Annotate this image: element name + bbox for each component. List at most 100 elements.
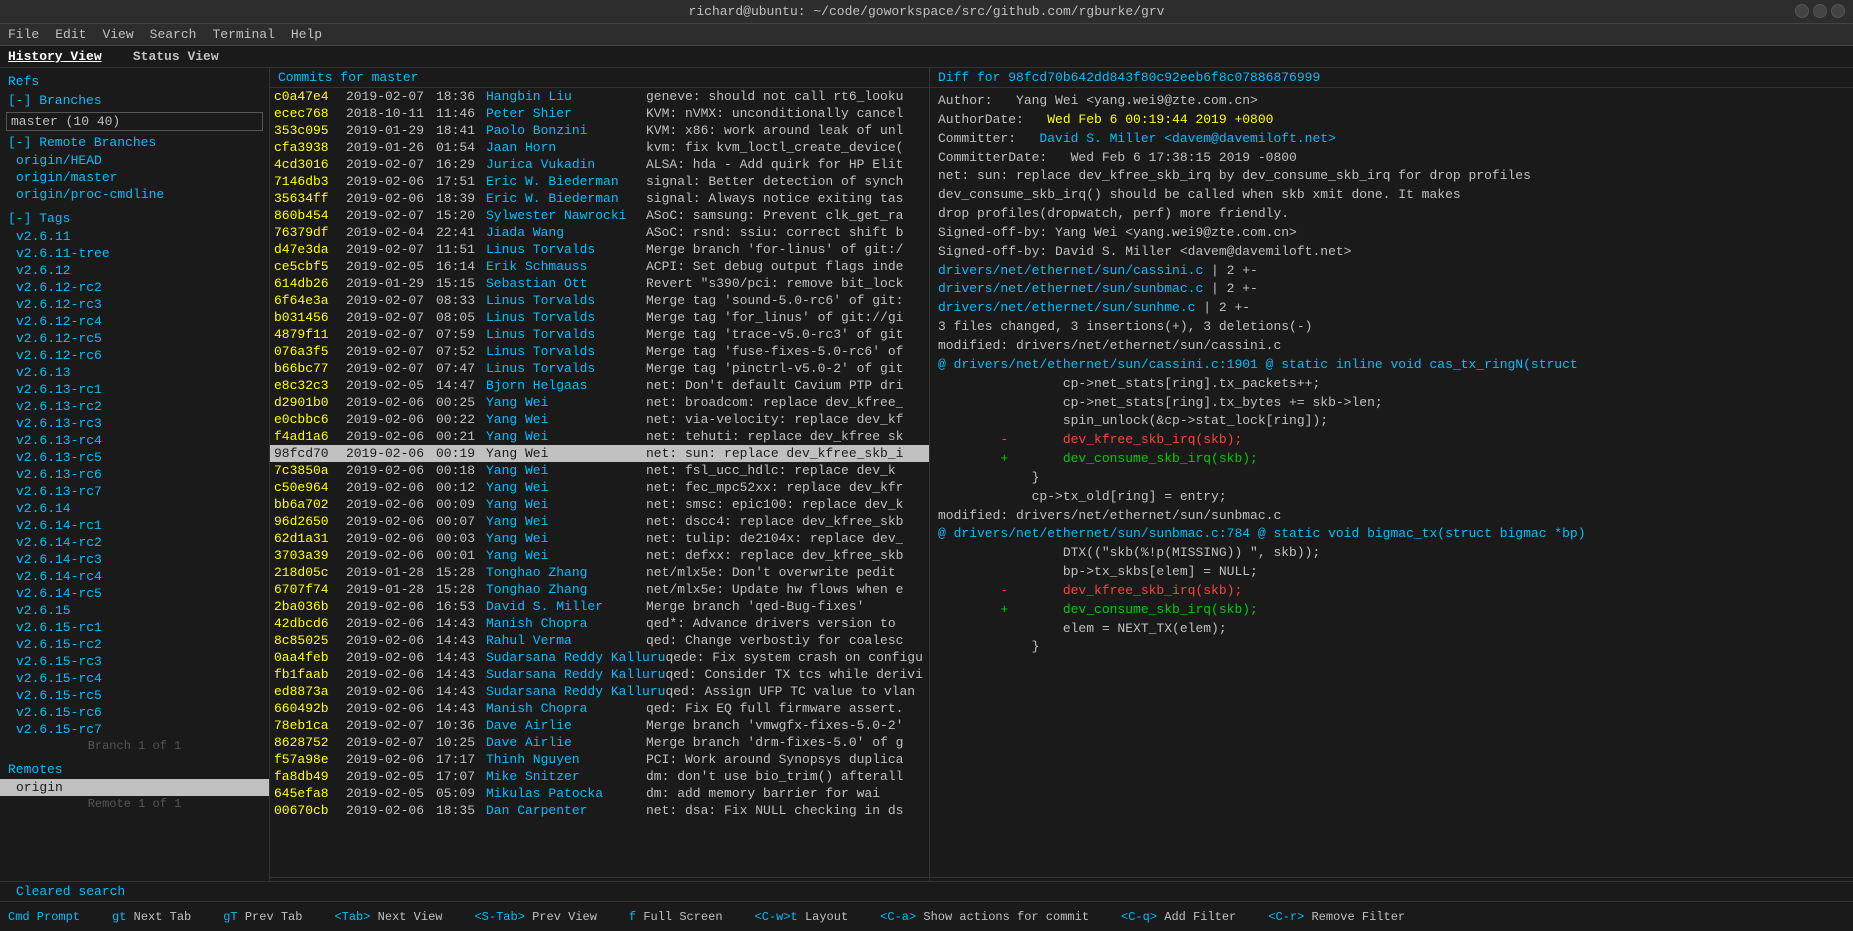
master-branch-box[interactable]: master (10 40) xyxy=(6,112,263,131)
sidebar-item-tag[interactable]: v2.6.12-rc5 xyxy=(0,330,269,347)
commit-row[interactable]: b66bc77 2019-02-07 07:47 Linus Torvalds … xyxy=(270,360,929,377)
commit-row[interactable]: 2ba036b 2019-02-06 16:53 David S. Miller… xyxy=(270,598,929,615)
commit-row[interactable]: fa8db49 2019-02-05 17:07 Mike Snitzer dm… xyxy=(270,768,929,785)
sidebar-item-tag[interactable]: v2.6.13 xyxy=(0,364,269,381)
sidebar-item-tag[interactable]: v2.6.14-rc2 xyxy=(0,534,269,551)
sidebar-item-tag[interactable]: v2.6.13-rc1 xyxy=(0,381,269,398)
sidebar-item-tag[interactable]: v2.6.12-rc6 xyxy=(0,347,269,364)
commit-row[interactable]: 7146db3 2019-02-06 17:51 Eric W. Biederm… xyxy=(270,173,929,190)
commit-row[interactable]: e8c32c3 2019-02-05 14:47 Bjorn Helgaas n… xyxy=(270,377,929,394)
commit-row[interactable]: 62d1a31 2019-02-06 00:03 Yang Wei net: t… xyxy=(270,530,929,547)
commit-row[interactable]: 353c095 2019-01-29 18:41 Paolo Bonzini K… xyxy=(270,122,929,139)
commit-row[interactable]: 4cd3016 2019-02-07 16:29 Jurica Vukadin … xyxy=(270,156,929,173)
sidebar-item-tag[interactable]: v2.6.14-rc1 xyxy=(0,517,269,534)
tags-label[interactable]: [-] Tags xyxy=(0,209,269,228)
menu-help[interactable]: Help xyxy=(291,27,322,42)
sidebar-item-tag[interactable]: v2.6.13-rc3 xyxy=(0,415,269,432)
sidebar-item-tag[interactable]: v2.6.11 xyxy=(0,228,269,245)
commit-row[interactable]: 00670cb 2019-02-06 18:35 Dan Carpenter n… xyxy=(270,802,929,819)
diff-content[interactable]: Author: Yang Wei <yang.wei9@zte.com.cn>A… xyxy=(930,88,1853,877)
commit-row[interactable]: c0a47e4 2019-02-07 18:36 Hangbin Liu gen… xyxy=(270,88,929,105)
sidebar-item-tag[interactable]: v2.6.11-tree xyxy=(0,245,269,262)
commit-row[interactable]: 6f64e3a 2019-02-07 08:33 Linus Torvalds … xyxy=(270,292,929,309)
sidebar-item-tag[interactable]: v2.6.15-rc3 xyxy=(0,653,269,670)
commit-row[interactable]: 3703a39 2019-02-06 00:01 Yang Wei net: d… xyxy=(270,547,929,564)
commit-row[interactable]: 8628752 2019-02-07 10:25 Dave Airlie Mer… xyxy=(270,734,929,751)
sidebar-item-tag[interactable]: v2.6.15 xyxy=(0,602,269,619)
tab-history-view[interactable]: History View xyxy=(8,49,102,64)
minimize-button[interactable] xyxy=(1795,4,1809,18)
sidebar-item-tag[interactable]: v2.6.13-rc5 xyxy=(0,449,269,466)
commit-row[interactable]: f57a98e 2019-02-06 17:17 Thinh Nguyen PC… xyxy=(270,751,929,768)
remote-branches-label[interactable]: [-] Remote Branches xyxy=(0,133,269,152)
commit-row[interactable]: e0cbbc6 2019-02-06 00:22 Yang Wei net: v… xyxy=(270,411,929,428)
commit-row[interactable]: 076a3f5 2019-02-07 07:52 Linus Torvalds … xyxy=(270,343,929,360)
master-branch-item[interactable]: master (10 40) xyxy=(11,114,120,129)
commit-row[interactable]: 6707f74 2019-01-28 15:28 Tonghao Zhang n… xyxy=(270,581,929,598)
commit-row[interactable]: 7c3850a 2019-02-06 00:18 Yang Wei net: f… xyxy=(270,462,929,479)
tab-status-view[interactable]: Status View xyxy=(133,49,219,64)
diff-line: modified: drivers/net/ethernet/sun/sunbm… xyxy=(938,507,1845,526)
sidebar-item-origin-proc[interactable]: origin/proc-cmdline xyxy=(0,186,269,203)
commit-row[interactable]: 76379df 2019-02-04 22:41 Jiada Wang ASoC… xyxy=(270,224,929,241)
sidebar-item-tag[interactable]: v2.6.12 xyxy=(0,262,269,279)
commit-row[interactable]: 660492b 2019-02-06 14:43 Manish Chopra q… xyxy=(270,700,929,717)
close-button[interactable] xyxy=(1831,4,1845,18)
commit-row[interactable]: b031456 2019-02-07 08:05 Linus Torvalds … xyxy=(270,309,929,326)
commit-row[interactable]: 78eb1ca 2019-02-07 10:36 Dave Airlie Mer… xyxy=(270,717,929,734)
commit-row[interactable]: ed8873a 2019-02-06 14:43 Sudarsana Reddy… xyxy=(270,683,929,700)
commit-row[interactable]: 218d05c 2019-01-28 15:28 Tonghao Zhang n… xyxy=(270,564,929,581)
menu-edit[interactable]: Edit xyxy=(55,27,86,42)
commit-row[interactable]: 8c85025 2019-02-06 14:43 Rahul Verma qed… xyxy=(270,632,929,649)
sidebar-item-tag[interactable]: v2.6.15-rc7 xyxy=(0,721,269,738)
menu-search[interactable]: Search xyxy=(150,27,197,42)
sidebar-item-tag[interactable]: v2.6.14-rc4 xyxy=(0,568,269,585)
sidebar-item-tag[interactable]: v2.6.15-rc6 xyxy=(0,704,269,721)
commit-row[interactable]: 860b454 2019-02-07 15:20 Sylwester Nawro… xyxy=(270,207,929,224)
commit-row[interactable]: cfa3938 2019-01-26 01:54 Jaan Horn kvm: … xyxy=(270,139,929,156)
commit-row[interactable]: 35634ff 2019-02-06 18:39 Eric W. Biederm… xyxy=(270,190,929,207)
sidebar-item-tag[interactable]: v2.6.13-rc4 xyxy=(0,432,269,449)
window-title: richard@ubuntu: ~/code/goworkspace/src/g… xyxy=(689,4,1165,19)
diff-file-stat: drivers/net/ethernet/sun/sunbmac.c | 2 +… xyxy=(938,280,1845,299)
sidebar-item-tag[interactable]: v2.6.13-rc7 xyxy=(0,483,269,500)
commit-row[interactable]: d2901b0 2019-02-06 00:25 Yang Wei net: b… xyxy=(270,394,929,411)
sidebar-item-tag[interactable]: v2.6.14 xyxy=(0,500,269,517)
menu-file[interactable]: File xyxy=(8,27,39,42)
sidebar-item-tag[interactable]: v2.6.13-rc2 xyxy=(0,398,269,415)
commit-row[interactable]: 4879f11 2019-02-07 07:59 Linus Torvalds … xyxy=(270,326,929,343)
commit-row[interactable]: 42dbcd6 2019-02-06 14:43 Manish Chopra q… xyxy=(270,615,929,632)
menu-view[interactable]: View xyxy=(102,27,133,42)
sidebar-item-tag[interactable]: v2.6.12-rc3 xyxy=(0,296,269,313)
commit-row[interactable]: 98fcd70 2019-02-06 00:19 Yang Wei net: s… xyxy=(270,445,929,462)
sidebar-item-tag[interactable]: v2.6.13-rc6 xyxy=(0,466,269,483)
sidebar-item-tag[interactable]: v2.6.14-rc3 xyxy=(0,551,269,568)
sidebar-item-tag[interactable]: v2.6.12-rc4 xyxy=(0,313,269,330)
maximize-button[interactable] xyxy=(1813,4,1827,18)
sidebar-item-tag[interactable]: v2.6.15-rc4 xyxy=(0,670,269,687)
commit-row[interactable]: 614db26 2019-01-29 15:15 Sebastian Ott R… xyxy=(270,275,929,292)
sidebar-item-tag[interactable]: v2.6.15-rc5 xyxy=(0,687,269,704)
branches-label[interactable]: [-] Branches xyxy=(0,91,269,110)
commit-row[interactable]: 0aa4feb 2019-02-06 14:43 Sudarsana Reddy… xyxy=(270,649,929,666)
sidebar-item-origin-master[interactable]: origin/master xyxy=(0,169,269,186)
commit-row[interactable]: 645efa8 2019-02-05 05:09 Mikulas Patocka… xyxy=(270,785,929,802)
commit-row[interactable]: 96d2650 2019-02-06 00:07 Yang Wei net: d… xyxy=(270,513,929,530)
diff-line: cp->tx_old[ring] = entry; xyxy=(938,488,1845,507)
diff-meta-row: AuthorDate: Wed Feb 6 00:19:44 2019 +080… xyxy=(938,111,1845,130)
sidebar-item-tag[interactable]: v2.6.14-rc5 xyxy=(0,585,269,602)
commit-row[interactable]: ce5cbf5 2019-02-05 16:14 Erik Schmauss A… xyxy=(270,258,929,275)
sidebar-item-tag[interactable]: v2.6.15-rc1 xyxy=(0,619,269,636)
sidebar-item-origin-head[interactable]: origin/HEAD xyxy=(0,152,269,169)
commit-row[interactable]: ecec768 2018-10-11 11:46 Peter Shier KVM… xyxy=(270,105,929,122)
commit-row[interactable]: d47e3da 2019-02-07 11:51 Linus Torvalds … xyxy=(270,241,929,258)
menu-terminal[interactable]: Terminal xyxy=(212,27,274,42)
sidebar-item-origin[interactable]: origin xyxy=(0,779,269,796)
sidebar-item-tag[interactable]: v2.6.12-rc2 xyxy=(0,279,269,296)
commit-row[interactable]: fb1faab 2019-02-06 14:43 Sudarsana Reddy… xyxy=(270,666,929,683)
commit-row[interactable]: f4ad1a6 2019-02-06 00:21 Yang Wei net: t… xyxy=(270,428,929,445)
commit-row[interactable]: bb6a702 2019-02-06 00:09 Yang Wei net: s… xyxy=(270,496,929,513)
commit-row[interactable]: c50e964 2019-02-06 00:12 Yang Wei net: f… xyxy=(270,479,929,496)
diff-panel: Diff for 98fcd70b642dd843f80c92eeb6f8c07… xyxy=(930,68,1853,897)
sidebar-item-tag[interactable]: v2.6.15-rc2 xyxy=(0,636,269,653)
